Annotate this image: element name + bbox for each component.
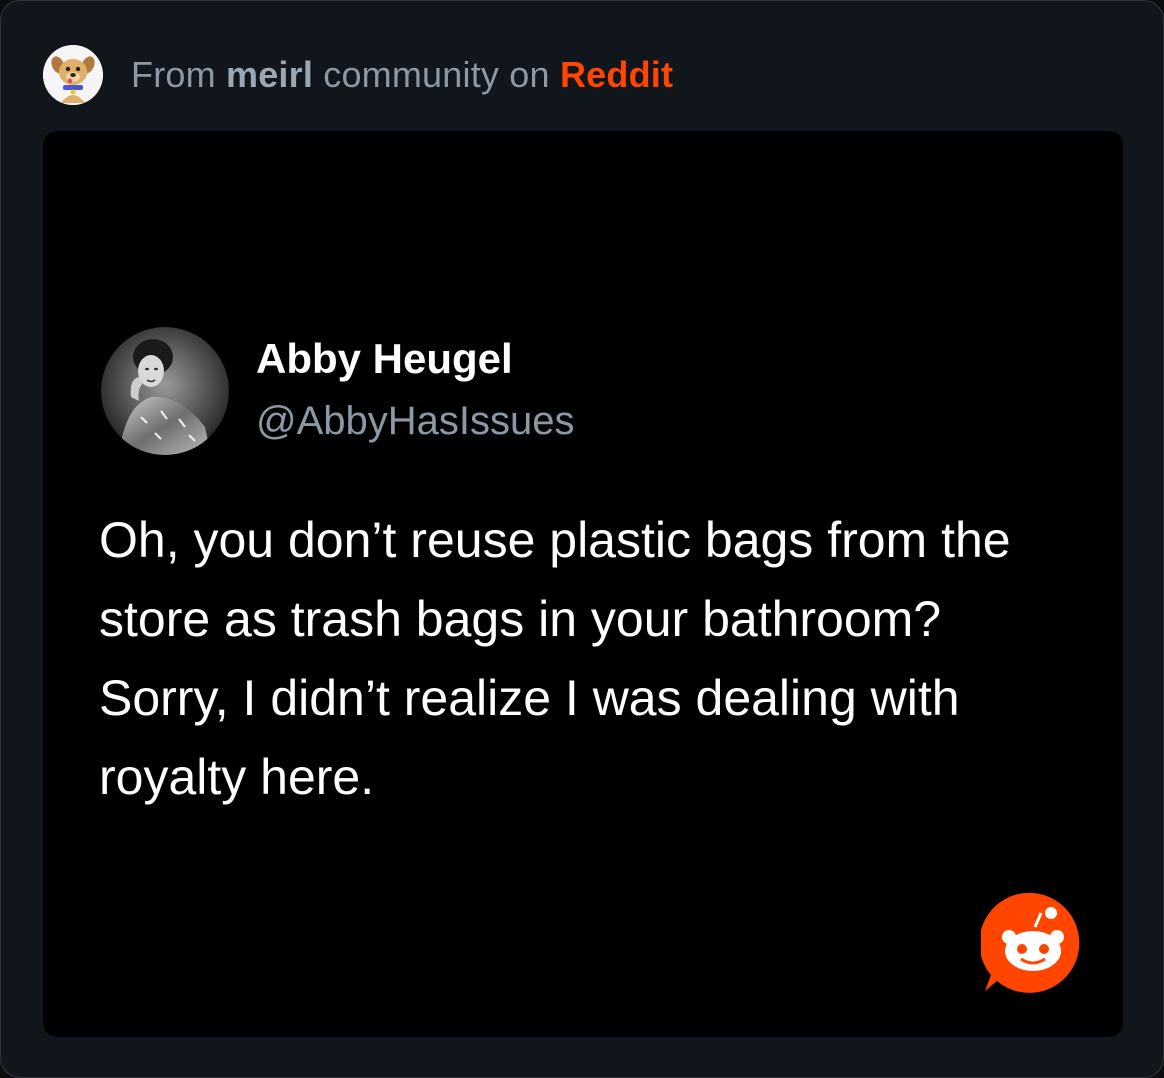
profile-photo <box>101 327 229 455</box>
source-line: From meirl community on Reddit <box>131 54 673 96</box>
source-middle: community on <box>323 54 550 95</box>
community-avatar[interactable] <box>43 45 103 105</box>
reddit-logo <box>979 891 1085 995</box>
source-prefix: From <box>131 54 216 95</box>
author-handle: @AbbyHasIssues <box>256 399 575 443</box>
author-name: Abby Heugel <box>256 335 513 382</box>
author-avatar <box>101 327 229 455</box>
post-image[interactable]: Abby Heugel @AbbyHasIssues Oh, you don’t… <box>43 131 1123 1037</box>
platform-name-link[interactable]: Reddit <box>560 54 673 95</box>
dog-mascot-icon <box>43 45 103 105</box>
post-text: Oh, you don’t reuse plastic bags from th… <box>99 512 1011 805</box>
embed-card: From meirl community on Reddit Abby Heug… <box>0 0 1164 1078</box>
reddit-snoo-icon <box>979 892 1080 993</box>
community-name-link[interactable]: meirl <box>226 54 313 95</box>
source-header: From meirl community on Reddit <box>43 43 673 107</box>
